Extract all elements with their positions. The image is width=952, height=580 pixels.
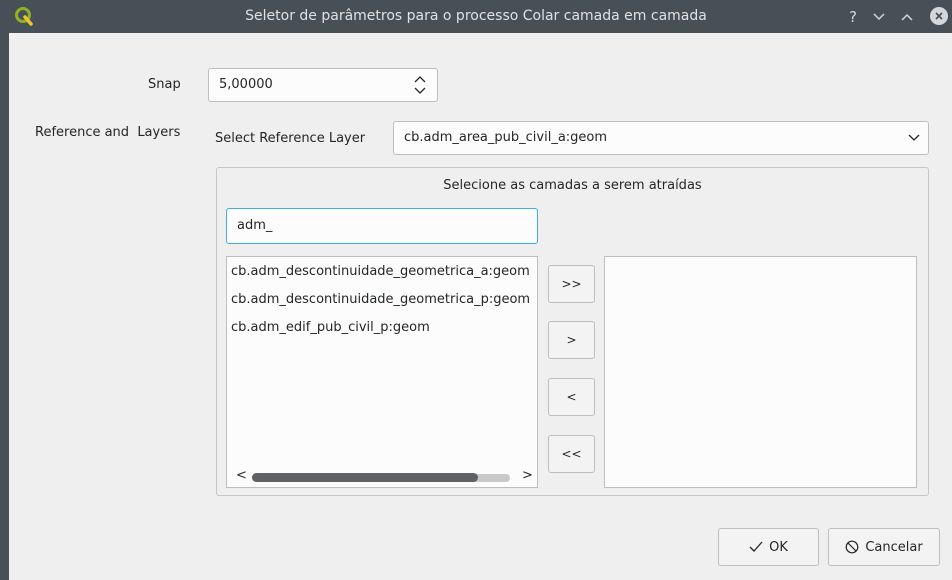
scroll-right-arrow[interactable]: > <box>522 468 533 483</box>
snap-spinbox[interactable]: 5,00000 <box>208 68 438 102</box>
window-title: Seletor de parâmetros para o processo Co… <box>245 8 707 24</box>
snap-label: Snap <box>148 77 181 92</box>
scroll-left-arrow[interactable]: < <box>236 468 247 483</box>
list-item[interactable]: cb.adm_descontinuidade_geometrica_a:geom <box>231 264 530 279</box>
snap-value: 5,00000 <box>219 77 273 92</box>
available-layers-list[interactable]: cb.adm_descontinuidade_geometrica_a:geom… <box>226 256 538 488</box>
cancel-label: Cancelar <box>865 539 923 555</box>
list-item[interactable]: cb.adm_edif_pub_civil_p:geom <box>231 320 430 335</box>
close-icon[interactable] <box>930 7 948 25</box>
scrollbar-thumb[interactable] <box>252 473 478 482</box>
filter-value: adm_ <box>237 218 273 233</box>
move-right-button[interactable]: > <box>548 321 595 359</box>
reference-layer-combobox[interactable]: cb.adm_area_pub_civil_a:geom <box>393 121 929 155</box>
select-reference-label: Select Reference Layer <box>215 131 366 146</box>
filter-input[interactable]: adm_ <box>226 208 538 244</box>
move-all-right-button[interactable]: >> <box>548 265 595 303</box>
move-left-button[interactable]: < <box>548 378 595 416</box>
ok-button[interactable]: OK <box>718 528 819 566</box>
minimize-icon[interactable] <box>868 6 890 28</box>
move-all-left-button[interactable]: << <box>548 435 595 473</box>
title-bar: Seletor de parâmetros para o processo Co… <box>0 0 952 33</box>
help-icon[interactable]: ? <box>842 6 864 28</box>
spin-arrows-icon[interactable] <box>413 73 427 97</box>
chevron-down-icon <box>908 134 920 141</box>
group-title: Selecione as camadas a serem atraídas <box>443 178 702 193</box>
list-item[interactable]: cb.adm_descontinuidade_geometrica_p:geom <box>231 292 530 307</box>
cancel-button[interactable]: Cancelar <box>828 528 940 566</box>
maximize-icon[interactable] <box>896 6 918 28</box>
cancel-icon <box>845 540 859 554</box>
reference-layers-label: Reference and Layers <box>35 125 181 140</box>
reference-layer-value: cb.adm_area_pub_civil_a:geom <box>404 130 608 145</box>
check-icon <box>749 541 763 552</box>
ok-label: OK <box>769 539 788 555</box>
window-frame <box>0 33 9 580</box>
selected-layers-list[interactable] <box>604 256 917 488</box>
horizontal-scrollbar[interactable]: < > <box>228 466 536 486</box>
